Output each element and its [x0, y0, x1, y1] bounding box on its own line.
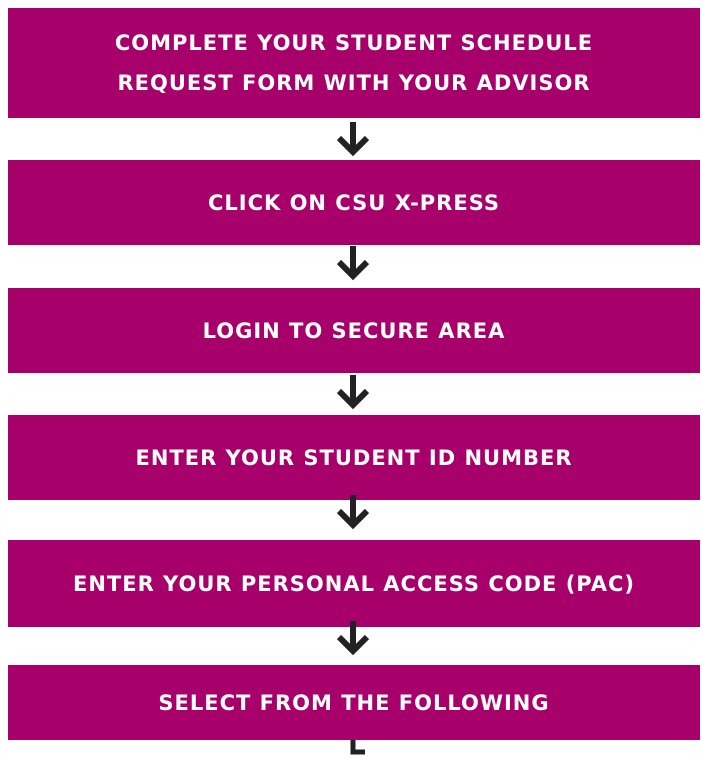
down-arrow-icon — [333, 372, 373, 412]
step-1-line-2: REQUEST FORM WITH YOUR ADVISOR — [117, 71, 591, 95]
step-2-line-1: CLICK ON CSU X-PRESS — [207, 190, 501, 215]
step-1-box: COMPLETE YOUR STUDENT SCHEDULE REQUEST F… — [8, 8, 700, 118]
down-arrow-icon — [333, 119, 373, 159]
step-3-box: LOGIN TO SECURE AREA — [8, 288, 700, 373]
step-4-line-1: ENTER YOUR STUDENT ID NUMBER — [135, 445, 573, 470]
step-6-line-1: SELECT FROM THE FOLLOWING — [158, 690, 550, 715]
step-2-box: CLICK ON CSU X-PRESS — [8, 160, 700, 245]
down-arrow-icon — [333, 618, 373, 658]
step-5-box: ENTER YOUR PERSONAL ACCESS CODE (PAC) — [8, 540, 700, 627]
step-4-box: ENTER YOUR STUDENT ID NUMBER — [8, 415, 700, 500]
step-5-line-1: ENTER YOUR PERSONAL ACCESS CODE (PAC) — [72, 571, 636, 596]
down-arrow-icon — [333, 243, 373, 283]
down-arrow-tail-icon — [345, 740, 365, 755]
down-arrow-icon — [333, 492, 373, 532]
step-6-box: SELECT FROM THE FOLLOWING — [8, 665, 700, 740]
step-3-line-1: LOGIN TO SECURE AREA — [202, 318, 506, 343]
step-1-line-1: COMPLETE YOUR STUDENT SCHEDULE — [114, 31, 594, 55]
